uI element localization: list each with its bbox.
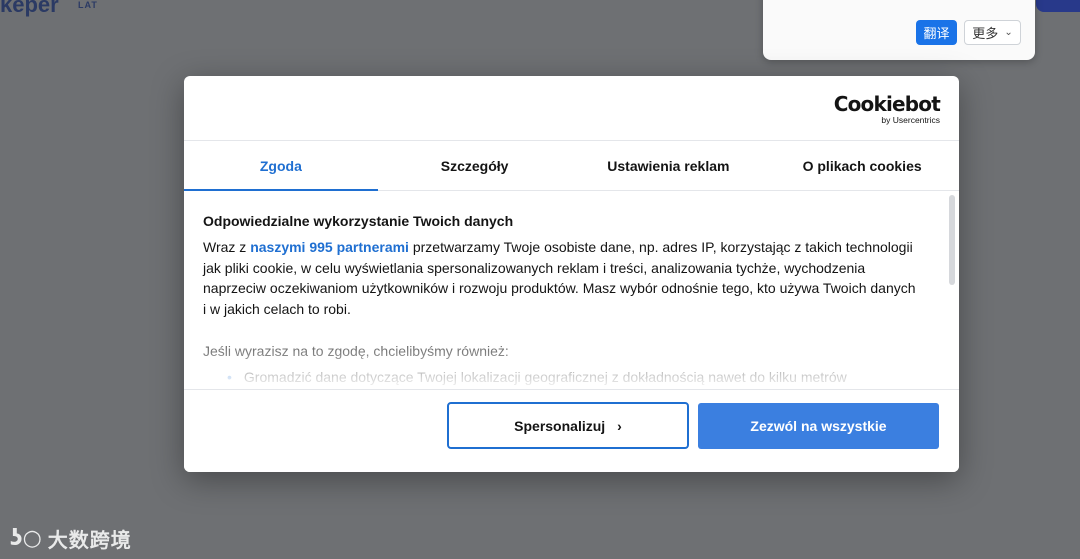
consent-secondary-text: Jeśli wyrazisz na to zgodę, chcielibyśmy… [203,343,509,359]
translate-button[interactable]: 翻译 [916,20,957,45]
partners-link[interactable]: naszymi 995 partnerami [250,239,409,255]
watermark: ʖ○ 大数跨境 [10,524,132,553]
intro-prefix: Wraz z [203,239,251,255]
watermark-text: 大数跨境 [47,528,132,552]
site-logo-sub: LAT [78,0,98,10]
personalize-button[interactable]: Spersonalizuj › [447,402,689,449]
watermark-logo-icon: ʖ○ [10,526,42,551]
bullet-text: Gromadzić dane dotyczące Twojej lokaliza… [243,369,847,385]
translate-popup: 翻译 更多 ⌄ [763,0,1035,60]
tab-consent[interactable]: Zgoda [184,141,378,191]
more-label: 更多 [972,27,999,42]
allow-all-button[interactable]: Zezwól na wszystkie [698,403,939,449]
content-scrollbar[interactable] [949,194,955,386]
cookiebot-logo-word: Cookiebot [833,92,941,116]
tab-ad-settings[interactable]: Ustawienia reklam [572,141,766,190]
cookiebot-logo: Cookiebot by Usercentrics [833,92,941,125]
dialog-header: Cookiebot by Usercentrics [184,76,959,141]
tab-about-cookies[interactable]: O plikach cookies [765,141,959,190]
consent-heading: Odpowiedzialne wykorzystanie Twoich dany… [203,213,514,229]
consent-content[interactable]: Odpowiedzialne wykorzystanie Twoich dany… [184,191,959,391]
list-item: • Gromadzić dane dotyczące Twojej lokali… [203,369,919,385]
personalize-label: Spersonalizuj [514,417,606,434]
cookiebot-logo-byline: by Usercentrics [881,115,940,125]
chevron-right-icon: › [617,417,622,434]
consent-intro: Wraz z naszymi 995 partnerami przetwarza… [203,237,919,319]
dialog-footer: Spersonalizuj › Zezwól na wszystkie [184,389,959,472]
more-dropdown[interactable]: 更多 ⌄ [964,20,1021,45]
bullet-dot-icon: • [227,369,232,385]
chevron-down-icon: ⌄ [1004,27,1013,38]
tab-details[interactable]: Szczegóły [378,141,572,190]
cookie-consent-dialog: Cookiebot by Usercentrics Zgoda Szczegół… [184,76,959,472]
scrollbar-thumb[interactable] [949,195,955,285]
site-logo: keper [0,0,59,17]
header-corner [1036,0,1080,12]
consent-tabs: Zgoda Szczegóły Ustawienia reklam O plik… [184,141,959,191]
